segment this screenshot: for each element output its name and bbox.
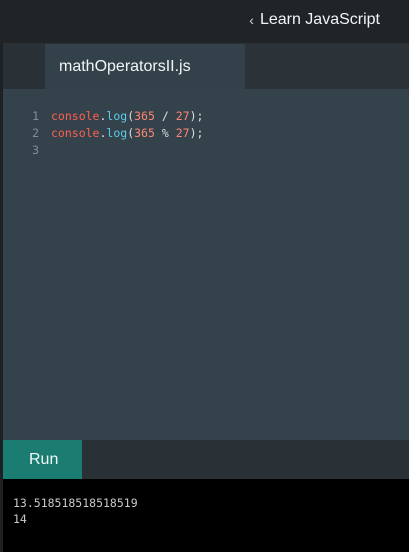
code-editor: mathOperatorsII.js 1 console.log(365 / 2…: [3, 43, 409, 479]
line-number: 2: [32, 126, 39, 140]
tabstrip-empty-space: [245, 44, 409, 89]
code-line-3[interactable]: 3: [3, 142, 409, 159]
code-token-operator: /: [161, 109, 169, 123]
code-area[interactable]: 1 console.log(365 / 27); 2 console.log(3…: [3, 89, 409, 440]
code-token-close: );: [189, 109, 204, 123]
code-line-2[interactable]: 2 console.log(365 % 27);: [3, 125, 409, 142]
code-content[interactable]: console.log(365 % 27);: [51, 125, 203, 142]
code-token-method: log: [106, 109, 128, 123]
app-frame: ‹ Learn JavaScript mathOperatorsII.js 1 …: [0, 0, 409, 552]
line-number: 1: [32, 109, 39, 123]
run-button[interactable]: Run: [3, 440, 82, 479]
code-token-method: log: [106, 126, 128, 140]
code-token-object: console: [51, 126, 100, 140]
chevron-left-icon: ‹: [249, 12, 254, 28]
code-token-object: console: [51, 109, 100, 123]
console-output-line-1: 13.518518518518519: [13, 496, 138, 510]
code-token-right-number: 27: [175, 126, 190, 140]
back-link-label: Learn JavaScript: [259, 11, 380, 28]
console-output-line-2: 14: [13, 512, 27, 526]
code-token-right-number: 27: [175, 109, 190, 123]
code-token-left-number: 365: [134, 109, 155, 123]
code-token-operator: %: [161, 126, 169, 140]
tab-label: mathOperatorsII.js: [59, 57, 191, 75]
code-token-left-number: 365: [134, 126, 155, 140]
back-to-course-link[interactable]: ‹ Learn JavaScript: [249, 9, 380, 31]
code-content[interactable]: console.log(365 / 27);: [51, 108, 203, 125]
editor-toolbar: Run: [3, 440, 409, 479]
output-console[interactable]: 13.518518518518519 14: [3, 479, 409, 552]
file-tabstrip: mathOperatorsII.js: [3, 43, 409, 89]
code-line-1[interactable]: 1 console.log(365 / 27);: [3, 108, 409, 125]
code-token-close: );: [189, 126, 204, 140]
top-header: ‹ Learn JavaScript: [0, 0, 409, 43]
line-number: 3: [32, 143, 39, 157]
tab-mathoperatorsii-js[interactable]: mathOperatorsII.js: [45, 44, 245, 89]
